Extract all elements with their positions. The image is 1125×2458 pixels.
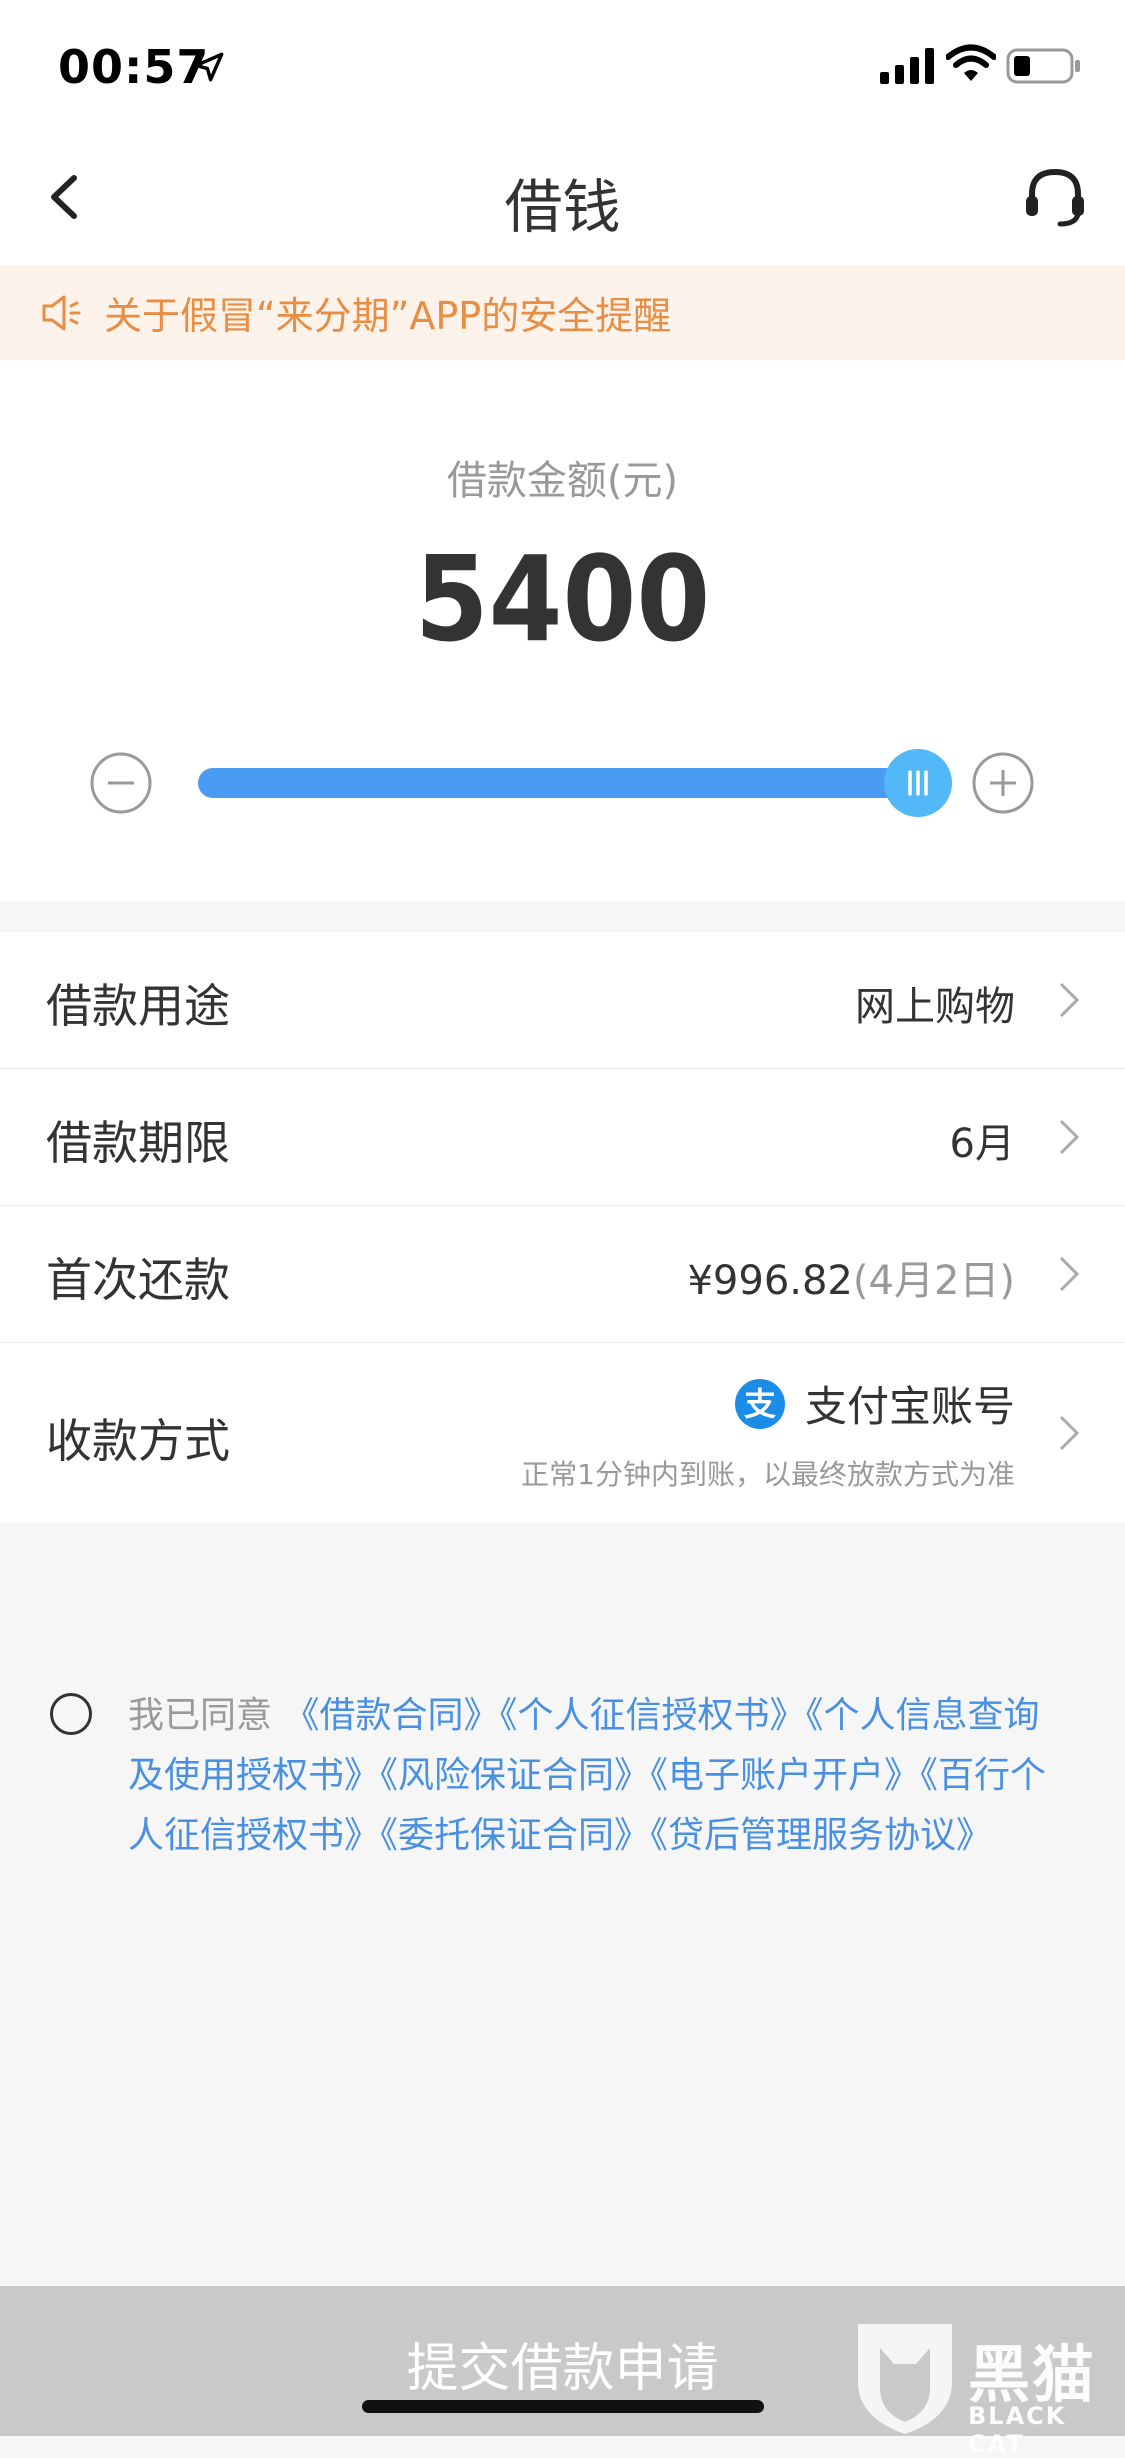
first-payment-value: ¥996.82(4月2日) <box>687 1248 1015 1306</box>
first-payment-row[interactable]: 首次还款 ¥996.82(4月2日) <box>0 1206 1125 1343</box>
purpose-row[interactable]: 借款用途 网上购物 <box>0 932 1125 1069</box>
chevron-right-icon <box>1059 1119 1080 1155</box>
receive-method-name: 支付宝账号 <box>804 1382 1015 1431</box>
security-notice-banner[interactable]: 关于假冒“来分期”APP的安全提醒 <box>0 265 1125 360</box>
loan-form: 借款用途 网上购物 借款期限 6月 首次还款 ¥996.82(4月2日) 收款方… <box>0 932 1125 1523</box>
grip-lines-icon <box>908 770 928 796</box>
agreement-prefix: 我已同意 <box>128 1695 273 1736</box>
term-label: 借款期限 <box>46 1116 230 1170</box>
amount-slider[interactable] <box>198 749 952 817</box>
wifi-icon <box>946 44 996 81</box>
agreement-link[interactable]: 《贷后管理服务协议》 <box>650 1815 992 1856</box>
increase-amount-icon[interactable] <box>972 752 1034 814</box>
first-payment-amount: ¥996.82 <box>687 1258 853 1304</box>
receive-label: 收款方式 <box>46 1414 230 1468</box>
watermark-subtext: BLACK CAT <box>968 2402 1067 2458</box>
chevron-right-icon <box>1059 1256 1080 1292</box>
nav-bar: 借钱 <box>0 130 1125 265</box>
receive-method: 支 支付宝账号 <box>734 1373 1015 1434</box>
purpose-value: 网上购物 <box>855 984 1015 1030</box>
location-arrow-icon <box>194 52 224 82</box>
chevron-right-icon <box>1059 982 1080 1018</box>
agreement-link[interactable]: 《个人征信授权书》 <box>499 1695 805 1736</box>
amount-value: 5400 <box>414 530 711 668</box>
term-value: 6月 <box>949 1121 1015 1167</box>
first-payment-date: (4月2日) <box>852 1258 1015 1304</box>
receive-note: 正常1分钟内到账，以最终放款方式为准 <box>521 1458 1015 1491</box>
agree-radio[interactable] <box>50 1693 92 1735</box>
purpose-label: 借款用途 <box>46 979 230 1033</box>
first-payment-label: 首次还款 <box>46 1253 230 1307</box>
home-indicator <box>362 2400 764 2413</box>
agreement-link[interactable]: 《借款合同》 <box>283 1695 499 1736</box>
speaker-icon <box>42 295 81 331</box>
term-row[interactable]: 借款期限 6月 <box>0 1069 1125 1206</box>
status-time: 00:57 <box>58 40 210 94</box>
cat-shield-logo-icon <box>858 2324 952 2434</box>
slider-thumb[interactable] <box>884 749 952 817</box>
status-bar: 00:57 <box>0 0 1125 130</box>
battery-icon <box>1006 48 1080 84</box>
agreement-link[interactable]: 《电子账户开户》 <box>650 1755 920 1796</box>
alipay-icon: 支 <box>734 1378 785 1429</box>
page-title: 借钱 <box>504 173 621 241</box>
customer-service-headset-icon[interactable] <box>1020 162 1090 232</box>
watermark-text: 黑猫 <box>968 2338 1097 2411</box>
decrease-amount-icon[interactable] <box>90 752 152 814</box>
amount-card: 借款金额(元) 5400 <box>0 360 1125 902</box>
receive-method-row[interactable]: 收款方式 支 支付宝账号 正常1分钟内到账，以最终放款方式为准 <box>0 1343 1125 1523</box>
slider-fill <box>198 768 918 798</box>
signal-icon <box>880 48 934 84</box>
agreement-text: 我已同意 《借款合同》《个人征信授权书》《个人信息查询及使用授权书》《风险保证合… <box>128 1686 1058 1866</box>
chevron-right-icon <box>1059 1415 1080 1451</box>
agreement-link[interactable]: 《风险保证合同》 <box>380 1755 650 1796</box>
agreement-link[interactable]: 《委托保证合同》 <box>380 1815 650 1856</box>
amount-label: 借款金额(元) <box>446 458 679 504</box>
black-cat-watermark: 黑猫 BLACK CAT <box>850 2318 1125 2458</box>
notice-text: 关于假冒“来分期”APP的安全提醒 <box>104 294 672 338</box>
